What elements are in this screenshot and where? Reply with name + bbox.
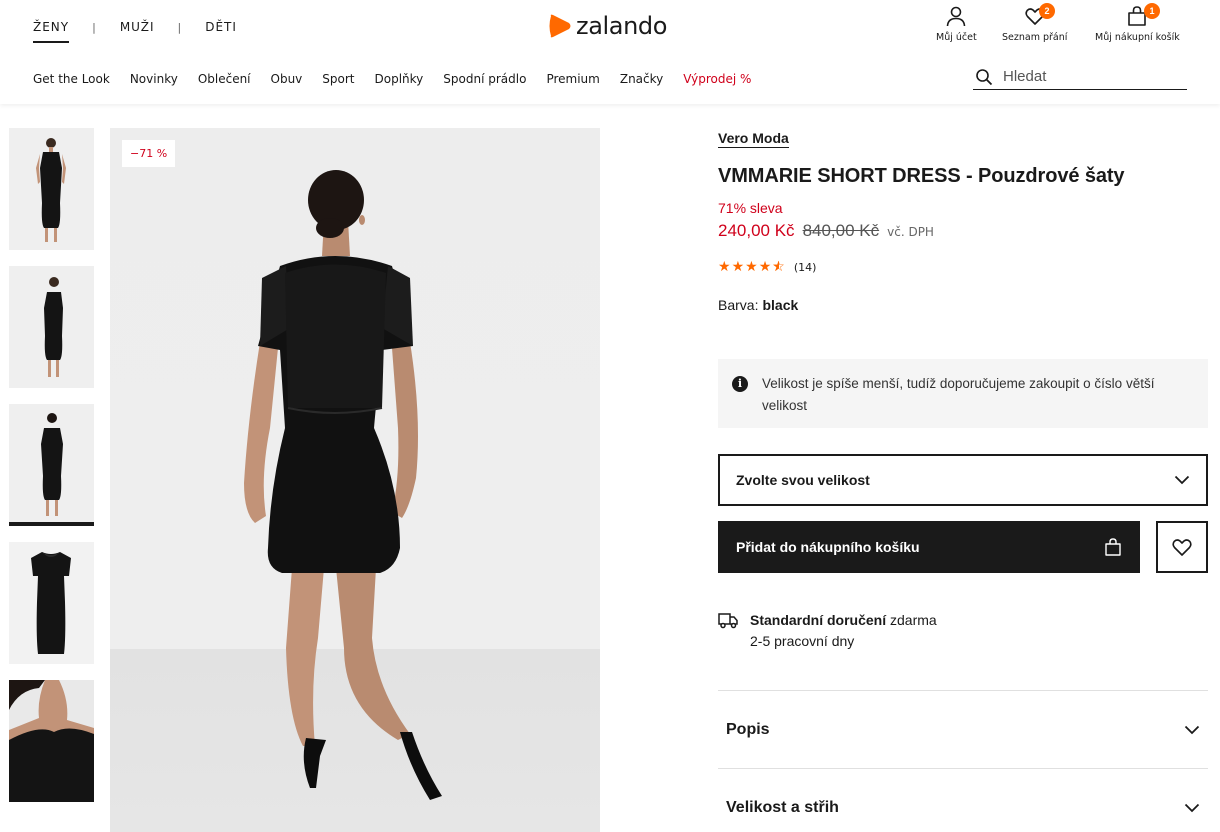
shopping-bag-icon xyxy=(1105,538,1121,556)
wishlist-button[interactable]: 2 Seznam přání xyxy=(1002,3,1068,43)
site-header: ŽENY | MUŽI | DĚTI zalando Můj účet 2 Se… xyxy=(0,0,1220,104)
review-count: (14) xyxy=(793,260,817,274)
zalando-logo[interactable]: zalando xyxy=(548,12,667,40)
tab-kids[interactable]: DĚTI xyxy=(205,20,237,41)
star-icon: ★ xyxy=(745,259,758,275)
thumbnail-list xyxy=(9,128,95,818)
cart-count-badge: 1 xyxy=(1144,3,1160,19)
zalando-logo-icon xyxy=(549,14,571,38)
star-icon: ★ xyxy=(731,259,745,275)
category-spodni-pradlo[interactable]: Spodní prádlo xyxy=(443,72,526,86)
half-star-icon: ☆★ xyxy=(772,259,785,275)
dress-front-image xyxy=(9,128,94,250)
cart-button[interactable]: 1 Můj nákupní košík xyxy=(1095,3,1180,43)
product-info: Vero Moda VMMARIE SHORT DRESS - Pouzdrov… xyxy=(718,128,1208,832)
main-product-image[interactable]: −71 % xyxy=(110,128,600,832)
star-icon: ★ xyxy=(718,259,731,275)
delivery-truck-icon xyxy=(718,613,738,629)
chevron-down-icon xyxy=(1174,475,1190,485)
category-vyprodej[interactable]: Výprodej % xyxy=(683,72,751,86)
search-icon[interactable] xyxy=(975,68,993,86)
tab-women[interactable]: ŽENY xyxy=(33,20,70,43)
logo-text: zalando xyxy=(576,12,668,40)
user-icon xyxy=(947,6,966,27)
dress-packshot-image xyxy=(9,542,94,664)
dress-back-image xyxy=(9,404,94,526)
chevron-down-icon xyxy=(1184,803,1200,812)
dress-detail-image xyxy=(9,680,94,802)
size-notice: i Velikost je spíše menší, tudíž doporuč… xyxy=(718,359,1208,428)
category-get-the-look[interactable]: Get the Look xyxy=(33,72,110,86)
vat-note: vč. DPH xyxy=(887,225,934,239)
discount-flag: −71 % xyxy=(122,140,176,167)
nav-separator: | xyxy=(177,21,183,34)
thumbnail-back[interactable] xyxy=(9,404,94,526)
category-nav: Get the Look Novinky Oblečení Obuv Sport… xyxy=(33,72,771,86)
product-title: VMMARIE SHORT DRESS - Pouzdrové šaty xyxy=(718,165,1125,187)
delivery-time: 2-5 pracovní dny xyxy=(750,633,855,649)
account-label: Můj účet xyxy=(936,32,977,43)
accordion-popis-label: Popis xyxy=(726,720,770,738)
add-to-wishlist-button[interactable] xyxy=(1156,521,1208,573)
category-znacky[interactable]: Značky xyxy=(620,72,663,86)
heart-icon xyxy=(1172,539,1192,556)
account-button[interactable]: Můj účet xyxy=(936,4,977,43)
thumbnail-side[interactable] xyxy=(9,266,94,388)
brand-link[interactable]: Vero Moda xyxy=(718,130,789,148)
color-info: Barva: black xyxy=(718,297,1208,313)
thumbnail-packshot[interactable] xyxy=(9,542,94,664)
thumbnail-front[interactable] xyxy=(9,128,94,250)
category-obleceni[interactable]: Oblečení xyxy=(198,72,251,86)
dress-side-image xyxy=(9,266,94,388)
accordion-size-fit[interactable]: Velikost a střih xyxy=(718,768,1208,832)
size-select-label: Zvolte svou velikost xyxy=(736,472,870,488)
search-input[interactable] xyxy=(1003,68,1173,85)
original-price: 840,00 Kč xyxy=(802,221,880,240)
current-price: 240,00 Kč xyxy=(718,221,795,240)
thumbnail-detail[interactable] xyxy=(9,680,94,802)
wishlist-count-badge: 2 xyxy=(1039,3,1055,19)
price-line: 240,00 Kč 840,00 Kč vč. DPH xyxy=(718,221,1208,241)
search-bar xyxy=(973,64,1187,90)
color-value: black xyxy=(762,297,799,313)
accordion-popis[interactable]: Popis xyxy=(718,690,1208,768)
size-notice-text: Velikost je spíše menší, tudíž doporučuj… xyxy=(762,376,1155,413)
delivery-price: zdarma xyxy=(890,612,937,628)
discount-text: 71% sleva xyxy=(718,200,783,216)
wishlist-label: Seznam přání xyxy=(1002,32,1068,43)
category-obuv[interactable]: Obuv xyxy=(271,72,303,86)
size-select[interactable]: Zvolte svou velikost xyxy=(718,454,1208,506)
add-to-cart-button[interactable]: Přidat do nákupního košíku xyxy=(718,521,1140,573)
color-label: Barva: xyxy=(718,297,759,313)
cart-label: Můj nákupní košík xyxy=(1095,32,1180,43)
category-premium[interactable]: Premium xyxy=(546,72,599,86)
model-back-view-image xyxy=(244,170,442,800)
gender-nav: ŽENY | MUŽI | DĚTI xyxy=(33,20,237,43)
delivery-text: Standardní doručení zdarma 2-5 pracovní … xyxy=(750,610,937,652)
chevron-down-icon xyxy=(1184,725,1200,734)
accordion-size-fit-label: Velikost a střih xyxy=(726,798,839,816)
category-sport[interactable]: Sport xyxy=(322,72,354,86)
add-to-cart-label: Přidat do nákupního košíku xyxy=(736,539,920,555)
info-icon: i xyxy=(732,376,748,392)
delivery-title: Standardní doručení xyxy=(750,612,887,628)
rating[interactable]: ★ ★ ★ ★ ☆★ (14) xyxy=(718,259,1208,275)
tab-men[interactable]: MUŽI xyxy=(120,20,155,41)
buy-row: Přidat do nákupního košíku xyxy=(718,521,1208,573)
nav-separator: | xyxy=(92,21,97,34)
category-doplnky[interactable]: Doplňky xyxy=(375,72,424,86)
category-novinky[interactable]: Novinky xyxy=(130,72,178,86)
delivery-info: Standardní doručení zdarma 2-5 pracovní … xyxy=(718,610,1208,652)
star-icon: ★ xyxy=(758,259,772,275)
